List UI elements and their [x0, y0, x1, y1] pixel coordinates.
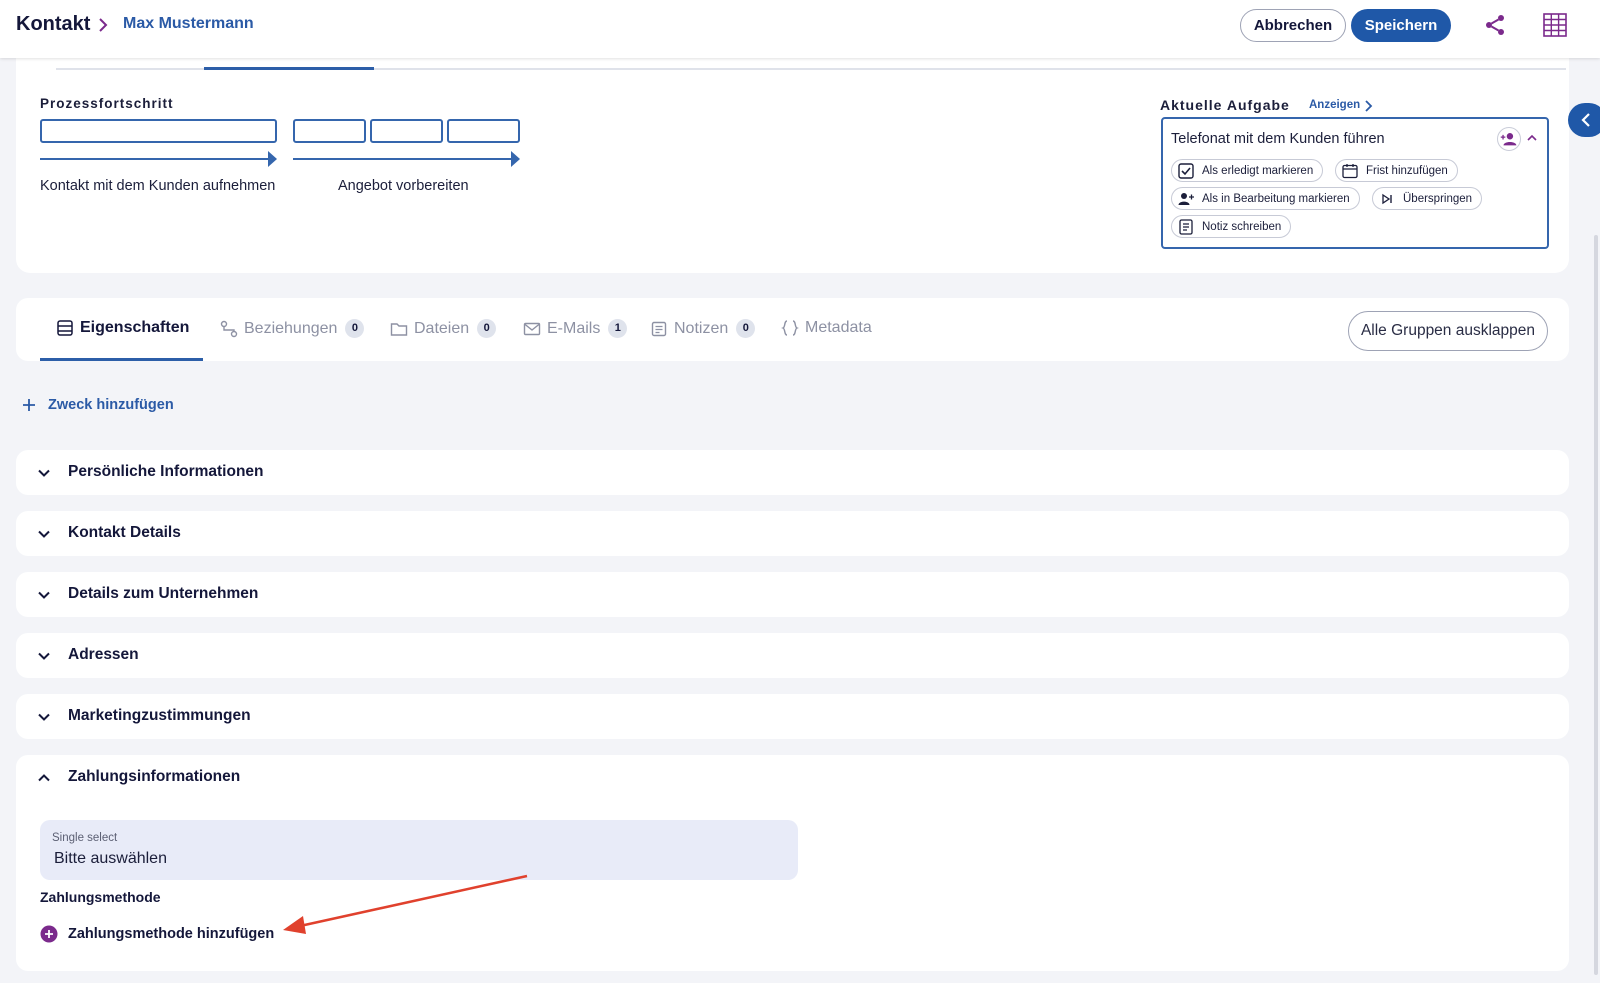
add-purpose-label: Zweck hinzufügen — [48, 397, 174, 413]
current-task-title: Aktuelle Aufgabe — [1160, 97, 1290, 113]
group-payment-info: Zahlungsinformationen Single select Bitt… — [16, 755, 1569, 971]
save-button[interactable]: Speichern — [1351, 9, 1451, 42]
group-label: Persönliche Informationen — [68, 463, 264, 480]
group-addresses[interactable]: Adressen — [16, 633, 1569, 678]
note-icon — [651, 321, 667, 336]
count-badge: 0 — [477, 319, 497, 338]
calendar-icon — [1342, 163, 1358, 178]
mark-done-label: Als erledigt markieren — [1202, 164, 1314, 177]
count-badge: 1 — [608, 319, 628, 338]
add-payment-method-label: Zahlungsmethode hinzufügen — [68, 926, 275, 942]
braces-icon — [781, 320, 799, 336]
show-task-link[interactable]: Anzeigen — [1309, 99, 1360, 111]
tab-dateien[interactable]: Dateien 0 — [390, 319, 497, 338]
select-value: Bitte auswählen — [54, 850, 167, 867]
assign-user-icon[interactable] — [1497, 127, 1521, 151]
note-icon — [1179, 218, 1193, 235]
tab-eigenschaften[interactable]: Eigenschaften — [56, 319, 189, 337]
group-label: Adressen — [68, 646, 139, 663]
mark-done-button[interactable]: Als erledigt markieren — [1171, 159, 1324, 182]
group-label: Kontakt Details — [68, 524, 181, 541]
chevron-left-icon — [1581, 113, 1590, 127]
user-plus-icon — [1178, 192, 1194, 205]
process-title: Prozessfortschritt — [40, 96, 174, 111]
payment-method-label: Zahlungsmethode — [40, 889, 161, 905]
add-deadline-label: Frist hinzufügen — [1366, 164, 1448, 177]
plus-circle-icon — [40, 925, 58, 943]
breadcrumb-current: Max Mustermann — [123, 15, 254, 32]
share-icon[interactable] — [1483, 13, 1507, 37]
properties-icon — [57, 320, 73, 336]
skip-button[interactable]: Überspringen — [1372, 187, 1483, 210]
group-label[interactable]: Zahlungsinformationen — [68, 768, 240, 786]
add-deadline-button[interactable]: Frist hinzufügen — [1335, 159, 1458, 182]
chevron-down-icon — [38, 530, 50, 538]
stage-1-arrow — [40, 158, 270, 160]
mail-icon — [523, 322, 541, 335]
breadcrumb-root[interactable]: Kontakt — [16, 13, 90, 36]
tab-notizen[interactable]: Notizen 0 — [650, 319, 756, 338]
group-contact-details[interactable]: Kontakt Details — [16, 511, 1569, 556]
group-company-details[interactable]: Details zum Unternehmen — [16, 572, 1569, 617]
plus-icon — [23, 399, 35, 411]
tab-label: Eigenschaften — [80, 319, 190, 336]
chevron-up-icon[interactable] — [1526, 132, 1538, 144]
write-note-button[interactable]: Notiz schreiben — [1171, 215, 1292, 238]
chevron-right-icon — [1365, 100, 1373, 112]
stage-1-segment[interactable] — [40, 119, 277, 143]
stage-1-arrowhead — [268, 151, 277, 167]
group-personal-info[interactable]: Persönliche Informationen — [16, 450, 1569, 495]
chevron-up-icon[interactable] — [37, 771, 51, 785]
stage-2-arrow — [293, 158, 513, 160]
folder-icon — [390, 322, 408, 336]
stage-1-label: Kontakt mit dem Kunden aufnehmen — [40, 178, 276, 194]
payment-method-select[interactable]: Single select Bitte auswählen — [40, 820, 798, 880]
tabs-bar: Eigenschaften Beziehungen 0 Dateien 0 E-… — [16, 298, 1569, 361]
tab-emails[interactable]: E-Mails 1 — [523, 319, 628, 338]
top-bar: Kontakt Max Mustermann Abbrechen Speiche… — [0, 0, 1600, 58]
write-note-label: Notiz schreiben — [1202, 220, 1282, 233]
count-badge: 0 — [736, 319, 756, 338]
skip-icon — [1382, 193, 1392, 204]
cancel-button[interactable]: Abbrechen — [1240, 9, 1346, 42]
tab-metadata[interactable]: Metadata — [781, 319, 872, 337]
skip-label: Überspringen — [1403, 192, 1473, 205]
grid-icon[interactable] — [1542, 12, 1568, 38]
checkbox-icon — [1178, 162, 1194, 179]
chevron-down-icon — [38, 591, 50, 599]
expand-all-groups-button[interactable]: Alle Gruppen ausklappen — [1348, 311, 1548, 351]
stage-2-segment-2[interactable] — [370, 119, 443, 143]
count-badge: 0 — [345, 319, 365, 338]
tab-label: E-Mails — [547, 319, 601, 337]
add-payment-method-button[interactable]: Zahlungsmethode hinzufügen — [40, 925, 274, 943]
page-scrollbar[interactable] — [1594, 235, 1598, 975]
tab-label: Beziehungen — [244, 319, 338, 337]
stage-2-label: Angebot vorbereiten — [338, 178, 469, 194]
tab-beziehungen[interactable]: Beziehungen 0 — [220, 319, 365, 338]
relations-icon — [220, 320, 238, 337]
active-tab-underline — [40, 358, 203, 361]
group-marketing-consents[interactable]: Marketingzustimmungen — [16, 694, 1569, 739]
sidebar-toggle-button[interactable] — [1568, 103, 1600, 137]
tab-label: Metadata — [805, 319, 872, 336]
mark-in-progress-label: Als in Bearbeitung markieren — [1202, 192, 1350, 205]
chevron-down-icon — [38, 652, 50, 660]
stage-2-segment-1[interactable] — [293, 119, 366, 143]
chevron-down-icon — [38, 713, 50, 721]
select-caption: Single select — [52, 832, 118, 844]
chevron-down-icon — [38, 469, 50, 477]
group-label: Details zum Unternehmen — [68, 585, 259, 602]
tab-label: Dateien — [414, 319, 470, 337]
mark-in-progress-button[interactable]: Als in Bearbeitung markieren — [1171, 187, 1360, 210]
current-task-box: Telefonat mit dem Kunden führen Als erle… — [1161, 117, 1549, 249]
tab-label: Notizen — [674, 319, 729, 337]
stage-2-arrowhead — [511, 151, 520, 167]
group-label: Marketingzustimmungen — [68, 707, 251, 724]
stage-2-segment-3[interactable] — [447, 119, 520, 143]
active-tab-indicator — [204, 67, 374, 70]
add-purpose-button[interactable]: Zweck hinzufügen — [22, 397, 174, 413]
chevron-right-icon — [99, 18, 108, 32]
task-name: Telefonat mit dem Kunden führen — [1171, 131, 1385, 147]
